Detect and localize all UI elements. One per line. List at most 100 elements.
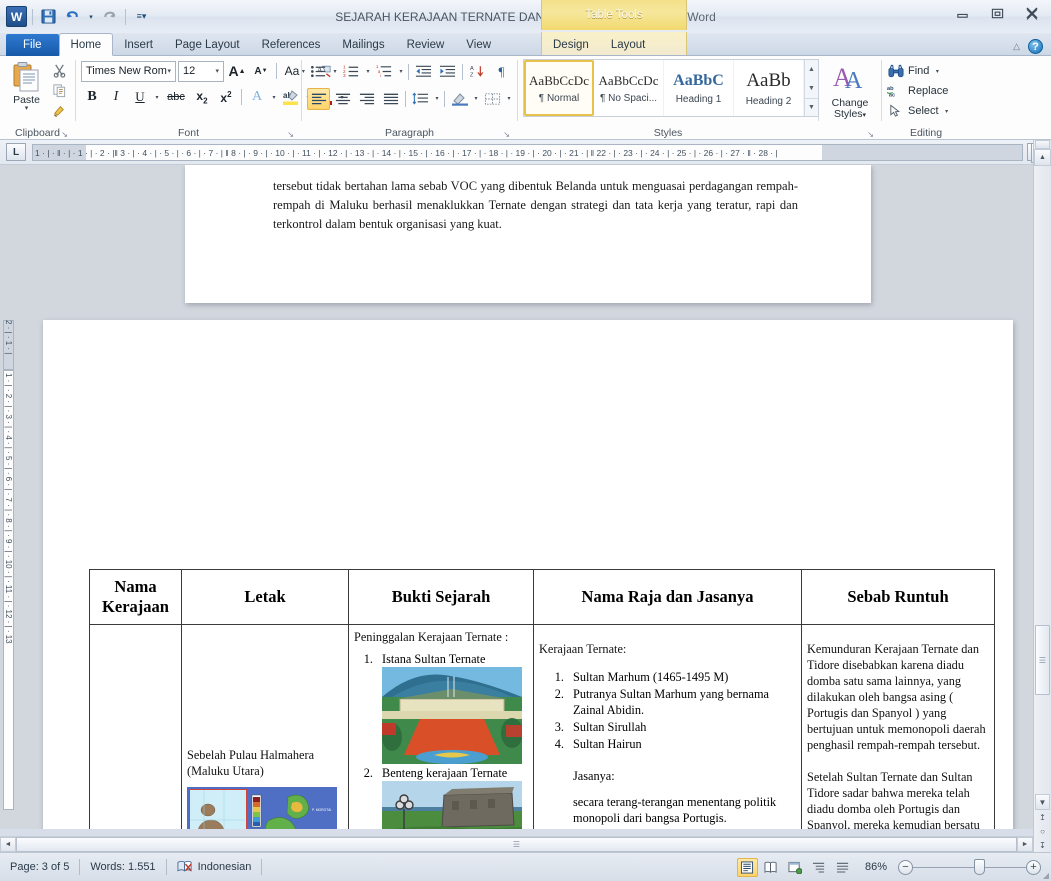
styles-scroll-up-icon[interactable]: ▲ bbox=[805, 60, 818, 78]
help-icon[interactable]: ? bbox=[1028, 39, 1043, 54]
paste-button[interactable]: Paste ▾ bbox=[5, 59, 48, 112]
borders-dropdown-icon[interactable]: ▾ bbox=[505, 95, 513, 102]
tab-file[interactable]: File bbox=[6, 34, 59, 56]
outline-view-button[interactable] bbox=[809, 858, 830, 877]
paste-dropdown-arrow[interactable]: ▾ bbox=[25, 105, 29, 112]
shrink-font-icon[interactable]: A ▼ bbox=[250, 61, 272, 82]
cell-nama-kerajaan[interactable]: TERNATE DAN TIDORE bbox=[89, 624, 182, 829]
resize-grip-icon[interactable]: ◢ bbox=[1043, 871, 1049, 880]
zoom-slider-handle[interactable] bbox=[974, 858, 985, 875]
sort-icon[interactable]: AZ bbox=[466, 61, 489, 83]
underline-dropdown-icon[interactable]: ▾ bbox=[153, 94, 161, 101]
tab-selector-button[interactable]: L bbox=[6, 143, 26, 161]
tab-mailings[interactable]: Mailings bbox=[331, 34, 395, 56]
scroll-left-button[interactable]: ◄ bbox=[0, 837, 16, 852]
style-item-heading-1[interactable]: AaBbC Heading 1 bbox=[664, 60, 734, 116]
zoom-out-button[interactable]: − bbox=[898, 859, 913, 875]
web-layout-view-button[interactable] bbox=[785, 858, 806, 877]
change-styles-button[interactable]: A A Change Styles▾ bbox=[824, 59, 876, 121]
full-screen-reading-view-button[interactable] bbox=[761, 858, 782, 877]
cell-sebab-runtuh[interactable]: Kemunduran Kerajaan Ternate dan Tidore d… bbox=[801, 624, 995, 829]
select-dropdown-icon[interactable]: ▾ bbox=[943, 108, 951, 115]
zoom-in-button[interactable]: + bbox=[1026, 859, 1041, 875]
borders-icon[interactable] bbox=[481, 88, 504, 110]
horizontal-scroll-thumb[interactable]: ☰ bbox=[16, 837, 1017, 852]
text-effects-icon[interactable]: A bbox=[246, 87, 268, 108]
word-logo-icon[interactable]: W bbox=[6, 6, 27, 27]
select-button[interactable]: Select ▾ bbox=[887, 101, 951, 121]
language-indicator[interactable]: Indonesian bbox=[167, 858, 262, 876]
select-browse-object-button[interactable]: ○ bbox=[1035, 824, 1050, 838]
italic-button[interactable]: I bbox=[105, 87, 127, 108]
tab-references[interactable]: References bbox=[251, 34, 332, 56]
print-layout-view-button[interactable] bbox=[736, 857, 758, 877]
word-count[interactable]: Words: 1.551 bbox=[80, 858, 165, 876]
line-spacing-dropdown-icon[interactable]: ▾ bbox=[433, 95, 441, 102]
bullets-icon[interactable] bbox=[307, 61, 330, 83]
clipboard-dialog-launcher-icon[interactable]: ↘ bbox=[61, 130, 68, 139]
scroll-down-button[interactable]: ▼ bbox=[1035, 794, 1050, 810]
tab-home[interactable]: Home bbox=[58, 33, 114, 56]
customize-qat-icon[interactable]: ≡▾ bbox=[131, 6, 152, 27]
cut-icon[interactable] bbox=[48, 61, 70, 80]
multilevel-dropdown-icon[interactable]: ▾ bbox=[397, 68, 405, 75]
superscript-button[interactable]: x2 bbox=[215, 87, 237, 108]
zoom-level-label[interactable]: 86% bbox=[857, 861, 895, 873]
zoom-slider[interactable]: − + bbox=[898, 858, 1041, 875]
text-highlight-color-icon[interactable]: ab bbox=[280, 87, 302, 108]
text-effects-dropdown-icon[interactable]: ▾ bbox=[270, 94, 278, 101]
align-center-button[interactable] bbox=[331, 88, 354, 110]
cell-nama-raja-dan-jasanya[interactable]: Kerajaan Ternate: Sultan Marhum (1465-14… bbox=[533, 624, 802, 829]
find-button[interactable]: Find ▾ bbox=[887, 61, 941, 81]
replace-button[interactable]: ab ac Replace bbox=[887, 81, 948, 101]
restore-button[interactable] bbox=[984, 4, 1010, 22]
style-item-no-spacing[interactable]: AaBbCcDc ¶ No Spaci... bbox=[594, 60, 664, 116]
style-item-heading-2[interactable]: AaBb Heading 2 bbox=[734, 60, 804, 116]
strikethrough-button[interactable]: abc bbox=[163, 87, 189, 108]
format-painter-icon[interactable] bbox=[48, 101, 70, 120]
save-icon[interactable] bbox=[38, 6, 59, 27]
styles-more-icon[interactable]: ▼ bbox=[805, 98, 818, 116]
undo-dropdown-icon[interactable]: ▾ bbox=[86, 6, 96, 27]
split-window-handle[interactable] bbox=[1035, 140, 1050, 149]
shading-icon[interactable] bbox=[448, 88, 471, 110]
redo-icon[interactable] bbox=[99, 6, 120, 27]
draft-view-button[interactable] bbox=[833, 858, 854, 877]
bold-button[interactable]: B bbox=[81, 87, 103, 108]
align-left-button[interactable] bbox=[307, 87, 330, 110]
show-formatting-marks-icon[interactable]: ¶ bbox=[490, 61, 513, 83]
decrease-indent-icon[interactable] bbox=[412, 61, 435, 83]
cell-bukti-sejarah[interactable]: Peninggalan Kerajaan Ternate : Istana Su… bbox=[348, 624, 534, 829]
tab-layout[interactable]: Layout bbox=[600, 34, 657, 56]
align-right-button[interactable] bbox=[355, 88, 378, 110]
styles-scroll-down-icon[interactable]: ▼ bbox=[805, 79, 818, 97]
vertical-ruler[interactable]: 2 · | · 1 · | 1 · | · 2 · | · 3 · | · 4 … bbox=[0, 165, 16, 829]
close-button[interactable] bbox=[1019, 4, 1045, 22]
previous-page-button[interactable]: ↥ bbox=[1035, 810, 1050, 824]
tab-review[interactable]: Review bbox=[396, 34, 456, 56]
chevron-down-icon[interactable]: ▾ bbox=[167, 67, 173, 75]
tab-insert[interactable]: Insert bbox=[113, 34, 164, 56]
tab-design[interactable]: Design bbox=[542, 34, 600, 56]
scroll-up-button[interactable]: ▲ bbox=[1034, 149, 1051, 166]
chevron-down-icon[interactable]: ▾ bbox=[215, 67, 221, 75]
zoom-slider-track[interactable] bbox=[913, 858, 1026, 875]
tab-page-layout[interactable]: Page Layout bbox=[164, 34, 251, 56]
horizontal-scroll-track[interactable]: ☰ bbox=[16, 837, 1017, 852]
shading-dropdown-icon[interactable]: ▾ bbox=[472, 95, 480, 102]
font-name-combobox[interactable]: Times New Rom ▾ bbox=[81, 60, 176, 82]
copy-icon[interactable] bbox=[48, 81, 70, 100]
change-styles-dialog-launcher-icon[interactable]: ↘ bbox=[867, 130, 874, 139]
find-dropdown-icon[interactable]: ▾ bbox=[933, 68, 941, 75]
numbering-dropdown-icon[interactable]: ▾ bbox=[364, 68, 372, 75]
tab-view[interactable]: View bbox=[455, 34, 502, 56]
next-page-button[interactable]: ↧ bbox=[1035, 838, 1050, 852]
page-indicator[interactable]: Page: 3 of 5 bbox=[0, 858, 79, 876]
font-dialog-launcher-icon[interactable]: ↘ bbox=[287, 130, 294, 139]
paragraph-dialog-launcher-icon[interactable]: ↘ bbox=[503, 130, 510, 139]
increase-indent-icon[interactable] bbox=[436, 61, 459, 83]
grow-font-icon[interactable]: A ▲ bbox=[226, 61, 248, 82]
subscript-button[interactable]: x2 bbox=[191, 87, 213, 108]
horizontal-scrollbar[interactable]: ◄ ☰ ► bbox=[0, 836, 1033, 852]
document-canvas[interactable]: tersebut tidak bertahan lama sebab VOC y… bbox=[16, 165, 1051, 829]
